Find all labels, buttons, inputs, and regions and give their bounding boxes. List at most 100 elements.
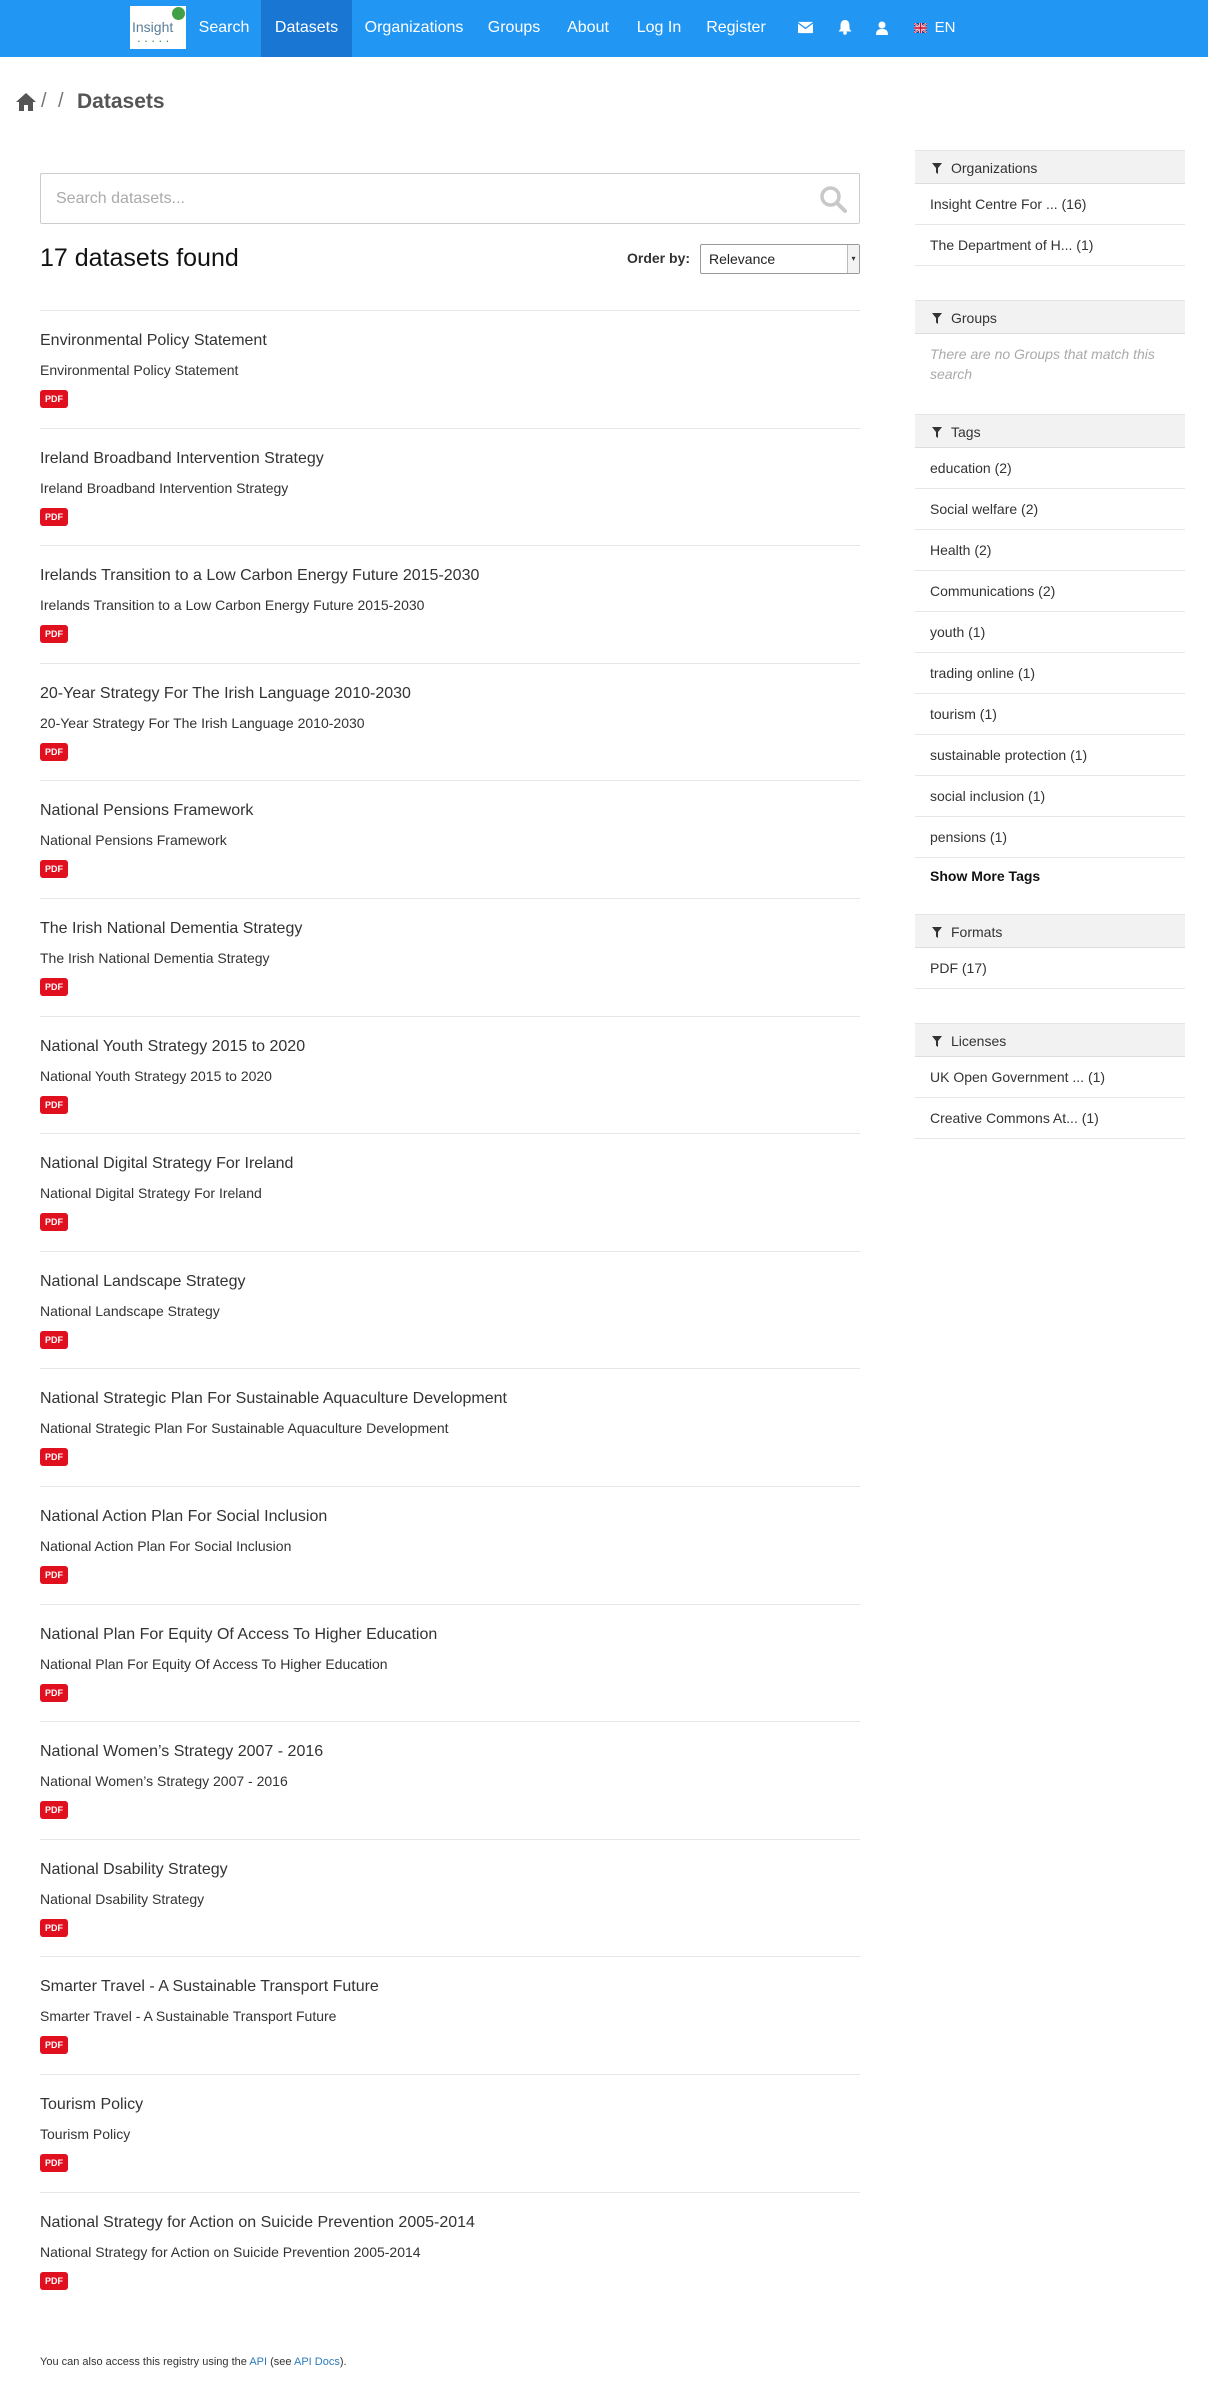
nav-datasets[interactable]: Datasets xyxy=(261,0,352,57)
facet-heading-label: Licenses xyxy=(951,1033,1007,1049)
dataset-title-link[interactable]: National Women’s Strategy 2007 - 2016 xyxy=(40,1743,323,1761)
facet-item-label: Creative Commons At... (1) xyxy=(930,1110,1099,1126)
dataset-title-link[interactable]: Smarter Travel - A Sustainable Transport… xyxy=(40,1978,379,1996)
facet-item-label: Communications (2) xyxy=(930,583,1056,599)
site-logo[interactable]: Insight • • • • • xyxy=(130,6,186,49)
facet-heading-formats: Formats xyxy=(915,914,1185,948)
search-icon[interactable] xyxy=(819,185,847,213)
facet-item-tag[interactable]: education (2) xyxy=(915,448,1185,489)
facet-item-tag[interactable]: sustainable protection (1) xyxy=(915,735,1185,776)
dataset-description: Ireland Broadband Intervention Strategy xyxy=(40,479,289,496)
api-note-middle: (see xyxy=(270,2356,292,2368)
nav-about[interactable]: About xyxy=(554,0,622,57)
facet-item-license[interactable]: UK Open Government ... (1) xyxy=(915,1057,1185,1098)
facet-item-label: trading online (1) xyxy=(930,665,1036,681)
api-note-suffix: ). xyxy=(339,2356,347,2368)
uk-flag-icon[interactable] xyxy=(914,23,927,33)
dataset-title-link[interactable]: 20-Year Strategy For The Irish Language … xyxy=(40,685,411,703)
dataset-title-link[interactable]: National Strategy for Action on Suicide … xyxy=(40,2214,475,2232)
facet-item-tag[interactable]: Health (2) xyxy=(915,530,1185,571)
format-badge-pdf[interactable]: PDF xyxy=(40,1683,68,1702)
facet-item-label: education (2) xyxy=(930,460,1012,476)
logo-subtext: • • • • • xyxy=(138,39,171,45)
page-title[interactable]: Datasets xyxy=(77,90,165,114)
api-link[interactable]: API xyxy=(249,2356,267,2368)
dataset-title-link[interactable]: Environmental Policy Statement xyxy=(40,332,267,350)
dataset-title-link[interactable]: Tourism Policy xyxy=(40,2096,143,2114)
dataset-description: The Irish National Dementia Strategy xyxy=(40,949,270,966)
dataset-title-link[interactable]: National Action Plan For Social Inclusio… xyxy=(40,1508,327,1526)
dataset-title-link[interactable]: National Digital Strategy For Ireland xyxy=(40,1155,293,1173)
dataset-item: Ireland Broadband Intervention Strategy I… xyxy=(40,427,860,546)
facet-heading-label: Formats xyxy=(951,924,1003,940)
order-by-select[interactable]: Relevance ▾ xyxy=(700,244,860,274)
facet-item-organization[interactable]: The Department of H... (1) xyxy=(915,225,1185,266)
facet-item-label: Health (2) xyxy=(930,542,992,558)
facet-item-tag[interactable]: tourism (1) xyxy=(915,694,1185,735)
breadcrumb-separator: / xyxy=(41,90,47,112)
dataset-title-link[interactable]: National Plan For Equity Of Access To Hi… xyxy=(40,1626,437,1644)
format-badge-pdf[interactable]: PDF xyxy=(40,1095,68,1114)
language-selector[interactable]: EN xyxy=(930,0,960,57)
dataset-item: National Strategy for Action on Suicide … xyxy=(40,2191,860,2310)
dataset-list: Environmental Policy Statement Environmen… xyxy=(40,310,860,2309)
bell-icon[interactable] xyxy=(838,20,852,35)
order-by-label: Order by: xyxy=(627,250,691,266)
nav-search[interactable]: Search xyxy=(190,0,258,57)
facet-item-format[interactable]: PDF (17) xyxy=(915,948,1185,989)
format-badge-pdf[interactable]: PDF xyxy=(40,742,68,761)
format-badge-pdf[interactable]: PDF xyxy=(40,2036,68,2055)
envelope-icon[interactable] xyxy=(798,21,813,34)
format-badge-pdf[interactable]: PDF xyxy=(40,2271,68,2290)
nav-login[interactable]: Log In xyxy=(625,0,693,57)
home-icon[interactable] xyxy=(15,92,37,112)
facet-item-tag[interactable]: Communications (2) xyxy=(915,571,1185,612)
dataset-title-link[interactable]: Ireland Broadband Intervention Strategy xyxy=(40,450,324,468)
search-box xyxy=(40,173,860,224)
format-badge-pdf[interactable]: PDF xyxy=(40,2153,68,2172)
facet-item-tag[interactable]: pensions (1) xyxy=(915,817,1185,858)
api-docs-link[interactable]: API Docs xyxy=(294,2356,340,2368)
dataset-description: National Pensions Framework xyxy=(40,832,227,849)
format-badge-pdf[interactable]: PDF xyxy=(40,625,68,644)
facet-item-tag[interactable]: youth (1) xyxy=(915,612,1185,653)
show-more-tags-link[interactable]: Show More Tags xyxy=(930,868,1040,884)
format-badge-pdf[interactable]: PDF xyxy=(40,1330,68,1349)
format-badge-pdf[interactable]: PDF xyxy=(40,1565,68,1584)
facet-heading-label: Tags xyxy=(951,424,981,440)
facet-item-label: PDF (17) xyxy=(930,960,987,976)
facet-heading-label: Groups xyxy=(951,310,997,326)
format-badge-pdf[interactable]: PDF xyxy=(40,1801,68,1820)
facet-item-tag[interactable]: trading online (1) xyxy=(915,653,1185,694)
facet-item-tag[interactable]: Social welfare (2) xyxy=(915,489,1185,530)
facet-item-organization[interactable]: Insight Centre For ... (16) xyxy=(915,184,1185,225)
format-badge-pdf[interactable]: PDF xyxy=(40,1448,68,1467)
dataset-item: National Women’s Strategy 2007 - 2016 Nat… xyxy=(40,1721,860,1839)
format-badge-pdf[interactable]: PDF xyxy=(40,1213,68,1232)
facet-heading-organizations: Organizations xyxy=(915,150,1185,184)
search-input[interactable] xyxy=(41,174,801,223)
dataset-description: Environmental Policy Statement xyxy=(40,362,239,378)
user-icon[interactable] xyxy=(876,21,888,35)
dataset-description: National Landscape Strategy xyxy=(40,1302,220,1319)
format-badge-pdf[interactable]: PDF xyxy=(40,860,68,879)
facet-item-license[interactable]: Creative Commons At... (1) xyxy=(915,1098,1185,1139)
format-badge-pdf[interactable]: PDF xyxy=(40,390,68,408)
nav-register[interactable]: Register xyxy=(696,0,776,57)
format-badge-pdf[interactable]: PDF xyxy=(40,1918,68,1937)
nav-groups[interactable]: Groups xyxy=(477,0,551,57)
dataset-title-link[interactable]: National Landscape Strategy xyxy=(40,1273,245,1291)
nav-organizations[interactable]: Organizations xyxy=(354,0,474,57)
facet-item-tag[interactable]: social inclusion (1) xyxy=(915,776,1185,817)
dataset-item: National Action Plan For Social Inclusio… xyxy=(40,1485,860,1604)
format-badge-pdf[interactable]: PDF xyxy=(40,977,68,996)
format-badge-pdf[interactable]: PDF xyxy=(40,507,68,526)
dataset-title-link[interactable]: National Pensions Framework xyxy=(40,802,253,820)
dataset-title-link[interactable]: The Irish National Dementia Strategy xyxy=(40,920,302,938)
dataset-title-link[interactable]: National Dsability Strategy xyxy=(40,1861,228,1879)
dataset-item: National Pensions Framework National Pens… xyxy=(40,780,860,898)
facet-item-label: youth (1) xyxy=(930,624,986,640)
dataset-title-link[interactable]: National Strategic Plan For Sustainable … xyxy=(40,1390,507,1408)
dataset-title-link[interactable]: Irelands Transition to a Low Carbon Ener… xyxy=(40,567,479,585)
dataset-title-link[interactable]: National Youth Strategy 2015 to 2020 xyxy=(40,1038,305,1056)
